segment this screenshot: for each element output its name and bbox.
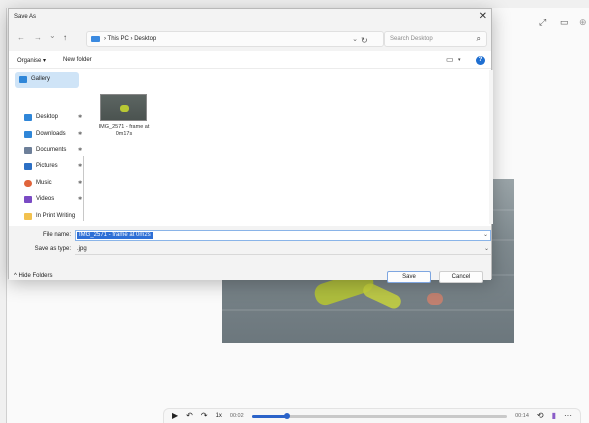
save-as-type-select[interactable]: .jpg ⌄ (75, 244, 491, 255)
dialog-title: Save As (14, 14, 37, 20)
pin-icon[interactable]: ✱ (78, 196, 82, 202)
save-options-panel: File name: IMG_2571 - frame at 0m2s ⌄ Sa… (9, 226, 491, 283)
sidebar-item-videos[interactable]: Videos ✱ (15, 193, 82, 207)
view-options-icon[interactable]: ▭ (446, 55, 454, 64)
folder-icon (24, 213, 32, 220)
videos-icon (24, 196, 32, 203)
new-folder-button[interactable]: New folder (63, 57, 92, 63)
file-name-input[interactable]: IMG_2571 - frame at 0m2s (77, 232, 153, 239)
seek-progress (251, 414, 288, 418)
sidebar-item-label: Gallery (31, 76, 51, 82)
player-controls: ▶ ↶ ↷ 1x 00:02 00:14 ⟲ ▮ ··· (163, 408, 581, 423)
document-icon (24, 147, 32, 154)
sidebar-item-label: Pictures (36, 163, 58, 169)
view-dropdown-icon[interactable]: ▾ (458, 57, 461, 63)
search-box[interactable]: Search Desktop ⌕ (384, 31, 487, 47)
search-icon[interactable]: ⌕ (477, 34, 481, 44)
save-as-type-label: Save as type: (34, 246, 71, 252)
seek-handle[interactable] (284, 412, 291, 419)
music-icon (24, 180, 32, 187)
download-icon (24, 131, 32, 138)
skip-forward-icon[interactable]: ↷ (201, 411, 208, 421)
file-thumbnail[interactable] (100, 94, 147, 121)
loop-icon[interactable]: ⟲ (537, 411, 544, 421)
up-arrow-icon[interactable]: ↑ (63, 33, 67, 42)
file-name-field[interactable]: IMG_2571 - frame at 0m2s ⌄ (75, 230, 491, 241)
organise-button[interactable]: Organise ▾ (17, 57, 46, 64)
zoom-icon[interactable]: ⊕ (579, 18, 587, 27)
pictures-icon (24, 163, 32, 170)
current-time: 00:02 (229, 413, 244, 419)
search-input[interactable]: Search Desktop (390, 36, 433, 42)
sidebar-item-documents[interactable]: Documents ✱ (15, 144, 82, 158)
this-pc-icon (91, 36, 100, 42)
more-options-icon[interactable]: ··· (564, 411, 572, 421)
gallery-icon (19, 76, 27, 83)
navigation-pane-scrollbar[interactable] (83, 156, 84, 221)
dialog-titlebar[interactable]: Save As ✕ (9, 9, 491, 26)
file-name-label: File name: (42, 232, 71, 238)
sidebar-item-label: In Print Writing (36, 213, 76, 219)
sidebar-item-label: Documents (36, 147, 67, 153)
sidebar-item-music[interactable]: Music ✱ (15, 177, 82, 191)
playback-speed-button[interactable]: 1x (216, 411, 222, 421)
pin-icon[interactable]: ✱ (78, 114, 82, 120)
sidebar-item-downloads[interactable]: Downloads ✱ (15, 128, 82, 142)
sidebar-item-pictures[interactable]: Pictures ✱ (15, 160, 82, 174)
save-as-dialog: Save As ✕ ← → ⌄ ↑ › This PC › Desktop ⌄ … (8, 8, 493, 283)
file-list-scrollbar[interactable] (489, 70, 493, 224)
fullscreen-icon[interactable]: ⤢ (539, 18, 546, 27)
sidebar-item-label: Videos (36, 196, 55, 202)
refresh-icon[interactable]: ↻ (361, 36, 368, 45)
cancel-button[interactable]: Cancel (439, 271, 483, 283)
save-as-type-value: .jpg (77, 246, 87, 252)
total-time: 00:14 (515, 413, 529, 419)
playlist-icon[interactable]: ▮ (552, 411, 556, 421)
save-as-type-dropdown-icon[interactable]: ⌄ (484, 245, 489, 252)
address-dropdown-icon[interactable]: ⌄ (352, 35, 358, 43)
breadcrumb[interactable]: › This PC › Desktop (104, 36, 156, 42)
back-arrow-icon[interactable]: ← (17, 33, 25, 42)
pin-icon[interactable]: ✱ (78, 131, 82, 137)
forward-arrow-icon[interactable]: → (34, 33, 42, 42)
skip-back-icon[interactable]: ↶ (186, 411, 193, 421)
sidebar-item-in-print-writing[interactable]: In Print Writing (15, 210, 81, 224)
sidebar-item-gallery[interactable]: Gallery (15, 72, 79, 88)
seek-bar[interactable] (251, 412, 508, 419)
sidebar-item-label: Desktop (36, 114, 59, 120)
pin-icon[interactable]: ✱ (78, 163, 82, 169)
desktop-icon (24, 114, 32, 121)
navigation-pane: Gallery Desktop ✱ Downloads ✱ Documents … (9, 70, 84, 224)
command-bar: Organise ▾ New folder ▭ ▾ ? (9, 53, 491, 69)
sidebar-item-label: Music (36, 180, 52, 186)
close-icon[interactable]: ✕ (479, 11, 487, 22)
miniplayer-icon[interactable]: ▭ (560, 18, 569, 27)
navigation-bar: ← → ⌄ ↑ › This PC › Desktop ⌄ ↻ Search D… (9, 26, 491, 51)
pin-icon[interactable]: ✱ (78, 180, 82, 186)
save-button[interactable]: Save (387, 271, 431, 283)
sidebar-item-desktop[interactable]: Desktop ✱ (15, 111, 82, 125)
play-icon[interactable]: ▶ (172, 411, 178, 421)
hide-folders-button[interactable]: ^ Hide Folders (14, 273, 53, 279)
help-icon[interactable]: ? (476, 56, 485, 65)
sidebar-item-label: Downloads (36, 131, 66, 137)
address-bar[interactable]: › This PC › Desktop ⌄ (86, 31, 384, 47)
file-list: IMG_2571 - frame at 0m17s (86, 70, 490, 224)
recent-locations-icon[interactable]: ⌄ (49, 31, 56, 40)
file-name-dropdown-icon[interactable]: ⌄ (483, 231, 488, 238)
file-name[interactable]: IMG_2571 - frame at 0m17s (96, 124, 152, 138)
pin-icon[interactable]: ✱ (78, 147, 82, 153)
